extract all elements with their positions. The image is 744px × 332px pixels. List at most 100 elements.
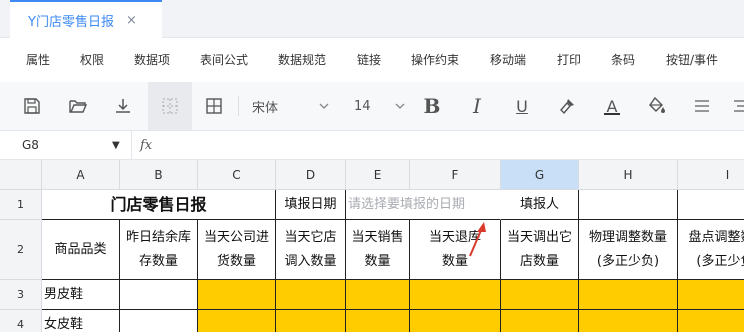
download-button[interactable] (105, 82, 141, 130)
chevron-down-icon (319, 103, 329, 109)
cell-e4[interactable] (346, 310, 410, 332)
tab-title[interactable]: Y门店零售日报 (28, 11, 114, 30)
cell-h4[interactable] (579, 310, 678, 332)
menu-buttons-events[interactable]: 按钮/事件 (666, 38, 718, 82)
bold-icon: B (423, 94, 441, 118)
open-button[interactable] (60, 82, 96, 130)
menu-permissions[interactable]: 权限 (80, 38, 104, 82)
column-header-d[interactable]: D (276, 160, 346, 190)
row-header-1[interactable]: 1 (0, 190, 42, 220)
column-header-a[interactable]: A (42, 160, 120, 190)
select-all-corner[interactable] (0, 160, 42, 190)
fill-color-button[interactable] (639, 82, 675, 130)
header-physical-adjust[interactable]: 物理调整数量 (多正少负) (579, 220, 678, 280)
column-header-i[interactable]: I (678, 160, 744, 190)
tab-bar: Y门店零售日报 × (0, 0, 744, 38)
header-transfer-out[interactable]: 当天调出它 店数量 (501, 220, 579, 280)
font-size-select[interactable]: 14 (346, 82, 408, 130)
reporter-value-cell[interactable] (579, 190, 678, 220)
font-color-button[interactable]: A (594, 82, 630, 130)
column-header-b[interactable]: B (120, 160, 198, 190)
cell-g3[interactable] (501, 280, 579, 310)
caret-down-icon[interactable]: ▼ (112, 131, 120, 160)
menu-barcode[interactable]: 条码 (611, 38, 635, 82)
row-header-3[interactable]: 3 (0, 280, 42, 310)
tab-report[interactable]: Y门店零售日报 × (10, 0, 162, 38)
menu-mobile[interactable]: 移动端 (490, 38, 526, 82)
menu-bar: 属性 权限 数据项 表间公式 数据规范 链接 操作约束 移动端 打印 条码 按钮… (0, 38, 744, 82)
column-header-g[interactable]: G (501, 160, 579, 190)
save-icon (24, 98, 40, 114)
item-cell-women-shoes[interactable]: 女皮鞋 (42, 310, 120, 332)
cell-g4[interactable] (501, 310, 579, 332)
fill-color-icon (649, 96, 665, 113)
all-borders-icon (206, 98, 222, 114)
header-category[interactable]: 商品品类 (42, 220, 120, 280)
italic-button[interactable]: I (459, 82, 495, 130)
font-color-swatch (604, 113, 620, 115)
cell-f4[interactable] (410, 310, 501, 332)
cell-b4[interactable] (120, 310, 198, 332)
cell-i3[interactable] (678, 280, 744, 310)
cell-h3[interactable] (579, 280, 678, 310)
underline-icon: U (516, 96, 528, 116)
download-icon (116, 99, 130, 113)
cell-e3[interactable] (346, 280, 410, 310)
row-header-4[interactable]: 4 (0, 310, 42, 332)
align-center-icon (734, 100, 744, 112)
menu-print[interactable]: 打印 (557, 38, 581, 82)
cell-i1[interactable] (678, 190, 744, 220)
menu-table-formula[interactable]: 表间公式 (200, 38, 248, 82)
formula-input[interactable] (165, 132, 740, 159)
column-header-c[interactable]: C (198, 160, 276, 190)
format-painter-icon (560, 99, 574, 115)
menu-links[interactable]: 链接 (357, 38, 381, 82)
align-left-icon (695, 100, 709, 112)
menu-data-items[interactable]: 数据项 (134, 38, 170, 82)
cell-d4[interactable] (276, 310, 346, 332)
header-sales[interactable]: 当天销售 数量 (346, 220, 410, 280)
font-name-select[interactable]: 宋体 (244, 82, 332, 130)
font-size-value: 14 (354, 98, 371, 114)
column-header-e[interactable]: E (346, 160, 410, 190)
all-borders-button[interactable] (196, 82, 232, 130)
cell-c4[interactable] (198, 310, 276, 332)
item-cell-men-shoes[interactable]: 男皮鞋 (42, 280, 120, 310)
bold-button[interactable]: B (414, 82, 450, 130)
align-left-button[interactable] (684, 82, 720, 130)
reporter-label-cell[interactable]: 填报人 (501, 190, 579, 220)
header-yesterday-stock[interactable]: 昨日结余库 存数量 (120, 220, 198, 280)
menu-operation-constraints[interactable]: 操作约束 (411, 38, 459, 82)
header-returns[interactable]: 当天退库 数量 (410, 220, 501, 280)
column-header-h[interactable]: H (579, 160, 678, 190)
date-picker-cell[interactable]: 请选择要填报的日期 (346, 190, 501, 220)
header-company-purchase[interactable]: 当天公司进 货数量 (198, 220, 276, 280)
format-painter-button[interactable] (549, 82, 585, 130)
report-date-label-cell[interactable]: 填报日期 (276, 190, 346, 220)
italic-icon: I (473, 94, 481, 118)
font-name-value: 宋体 (252, 100, 279, 116)
menu-properties[interactable]: 属性 (26, 38, 50, 82)
formula-bar: G8 ▼ fx (0, 130, 744, 160)
cell-b3[interactable] (120, 280, 198, 310)
save-button[interactable] (14, 82, 50, 130)
column-header-f[interactable]: F (410, 160, 501, 190)
header-count-adjust[interactable]: 盘点调整数量 (多正少负) (678, 220, 744, 280)
no-border-icon (162, 98, 178, 114)
underline-button[interactable]: U (504, 82, 540, 130)
no-border-button[interactable] (148, 82, 192, 130)
cell-i4[interactable] (678, 310, 744, 332)
header-transfer-in[interactable]: 当天它店 调入数量 (276, 220, 346, 280)
cell-d3[interactable] (276, 280, 346, 310)
close-icon[interactable]: × (126, 13, 137, 28)
sheet-title-cell[interactable]: 门店零售日报 (42, 190, 276, 220)
spreadsheet-grid: A B C D E F G H I 1 2 3 4 门店零售日报 填报日期 请选… (0, 160, 744, 332)
align-center-button[interactable] (728, 82, 744, 130)
row-header-2[interactable]: 2 (0, 220, 42, 280)
cell-c3[interactable] (198, 280, 276, 310)
fx-icon: fx (140, 138, 153, 153)
menu-data-rules[interactable]: 数据规范 (278, 38, 326, 82)
toolbar: 宋体 14 B I U A (0, 82, 744, 130)
folder-open-icon (69, 100, 88, 113)
cell-f3[interactable] (410, 280, 501, 310)
